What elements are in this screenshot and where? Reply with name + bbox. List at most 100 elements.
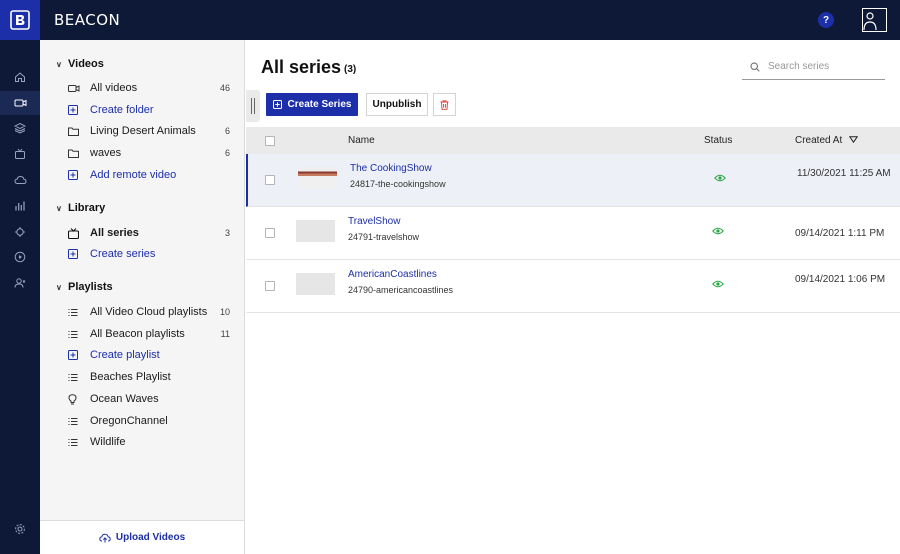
created-date: 09/14/2021 1:06 PM: [795, 274, 886, 285]
library-section-toggle[interactable]: ∨ Library: [56, 202, 105, 214]
sidebar-item-living-desert-animals[interactable]: Living Desert Animals 6: [68, 121, 230, 141]
beacon-logo-icon[interactable]: [0, 0, 40, 40]
series-name-link[interactable]: AmericanCoastlines: [348, 269, 437, 280]
table-row[interactable]: The CookingShow 24817-the-cookingshow 11…: [246, 154, 900, 207]
sidebar-item-waves[interactable]: waves 6: [68, 143, 230, 163]
plugin-icon[interactable]: [0, 220, 40, 244]
sidebar-item-label: Create folder: [90, 104, 154, 116]
table-row[interactable]: TravelShow 24791-travelshow 09/14/2021 1…: [246, 207, 900, 260]
settings-gear-icon[interactable]: [0, 517, 40, 541]
sidebar-item-beaches-playlist[interactable]: Beaches Playlist: [68, 367, 230, 387]
home-icon[interactable]: [0, 65, 40, 89]
search-box: [742, 54, 885, 80]
brand-name: BEACON: [54, 11, 121, 29]
sidebar-item-label: Add remote video: [90, 169, 177, 181]
tv-icon: [68, 227, 90, 239]
sidebar-item-create-series[interactable]: Create series: [68, 244, 230, 264]
sidebar-item-oregonchannel[interactable]: OregonChannel: [68, 411, 230, 431]
series-name-link[interactable]: TravelShow: [348, 216, 400, 227]
delete-button[interactable]: [433, 93, 456, 116]
library-sidebar: ∨ Videos All videos 46 Create folder Liv…: [40, 40, 245, 554]
playlists-section-toggle[interactable]: ∨ Playlists: [56, 281, 113, 293]
sidebar-item-all-video-cloud-playlists[interactable]: All Video Cloud playlists 10: [68, 302, 230, 322]
tv-icon[interactable]: [0, 142, 40, 166]
analytics-icon[interactable]: [0, 194, 40, 218]
search-input[interactable]: [768, 61, 873, 72]
sidebar-item-all-series[interactable]: All series 3: [68, 223, 230, 243]
item-count: 3: [224, 228, 230, 238]
series-thumbnail: [296, 220, 335, 242]
sidebar-item-label: All series: [90, 227, 139, 239]
cloud-icon[interactable]: [0, 168, 40, 192]
sidebar-item-label: All videos: [90, 82, 138, 94]
user-profile-icon[interactable]: [862, 8, 887, 32]
sidebar-item-all-beacon-playlists[interactable]: All Beacon playlists 11: [68, 324, 230, 344]
create-series-button[interactable]: Create Series: [266, 93, 358, 116]
sidebar-item-create-folder[interactable]: Create folder: [68, 100, 230, 120]
trash-icon: [440, 99, 449, 110]
sort-descending-icon: [848, 136, 859, 144]
series-slug: 24817-the-cookingshow: [350, 179, 446, 189]
video-camera-icon: [68, 84, 90, 93]
folder-icon: [68, 127, 90, 136]
item-count: 6: [224, 126, 230, 136]
videos-section-toggle[interactable]: ∨ Videos: [56, 58, 104, 70]
column-name[interactable]: Name: [348, 135, 375, 146]
plus-square-icon: [68, 350, 90, 360]
sidebar-item-label: waves: [90, 147, 122, 159]
series-thumbnail: [298, 167, 337, 189]
series-thumbnail: [296, 273, 335, 295]
row-checkbox[interactable]: [265, 281, 275, 291]
table-header: Name Status Created At: [246, 127, 900, 154]
column-created-at[interactable]: Created At: [795, 135, 859, 146]
sidebar-item-label: Ocean Waves: [90, 393, 159, 405]
playlists-heading: Playlists: [68, 281, 113, 293]
series-name-link[interactable]: The CookingShow: [350, 163, 432, 174]
users-icon[interactable]: [0, 271, 40, 295]
item-count: 46: [219, 83, 230, 93]
upload-videos-button[interactable]: Upload Videos: [40, 520, 244, 554]
created-date: 09/14/2021 1:11 PM: [795, 228, 885, 239]
item-count: 6: [224, 148, 230, 158]
plus-square-icon: [272, 100, 282, 109]
play-circle-icon[interactable]: [0, 245, 40, 269]
sidebar-item-create-playlist[interactable]: Create playlist: [68, 345, 230, 365]
sidebar-item-label: All Beacon playlists: [90, 328, 185, 340]
video-camera-icon[interactable]: [0, 91, 40, 115]
icon-rail: [0, 40, 40, 554]
plus-square-icon: [68, 170, 90, 180]
videos-heading: Videos: [68, 58, 104, 70]
sidebar-item-all-videos[interactable]: All videos 46: [68, 78, 230, 98]
sidebar-resize-handle[interactable]: [246, 90, 260, 122]
list-icon: [68, 417, 90, 426]
column-created-label: Created At: [795, 135, 843, 146]
item-count: 11: [220, 329, 230, 339]
column-status[interactable]: Status: [704, 135, 732, 146]
list-icon: [68, 308, 90, 317]
eye-published-icon: [714, 174, 726, 182]
list-icon: [68, 330, 90, 339]
help-icon[interactable]: ?: [818, 12, 834, 28]
layers-icon[interactable]: [0, 116, 40, 140]
unpublish-button[interactable]: Unpublish: [366, 93, 428, 116]
chevron-down-icon: ∨: [56, 59, 62, 69]
library-heading: Library: [68, 202, 106, 214]
sidebar-item-label: Create playlist: [90, 349, 160, 361]
eye-published-icon: [712, 227, 724, 235]
select-all-checkbox[interactable]: [265, 136, 275, 146]
search-icon: [750, 61, 760, 72]
eye-published-icon: [712, 280, 724, 288]
series-count: (3): [344, 64, 357, 75]
cloud-upload-icon: [99, 533, 111, 542]
create-series-label: Create Series: [287, 99, 352, 110]
sidebar-item-ocean-waves[interactable]: Ocean Waves: [68, 389, 230, 409]
list-icon: [68, 438, 90, 447]
row-checkbox[interactable]: [265, 175, 275, 185]
sidebar-item-add-remote-video[interactable]: Add remote video: [68, 165, 230, 185]
chevron-down-icon: ∨: [56, 203, 62, 213]
table-row[interactable]: AmericanCoastlines 24790-americancoastli…: [246, 260, 900, 313]
row-checkbox[interactable]: [265, 228, 275, 238]
sidebar-item-wildlife[interactable]: Wildlife: [68, 432, 230, 452]
series-slug: 24790-americancoastlines: [348, 285, 454, 295]
bulb-icon: [68, 393, 90, 405]
